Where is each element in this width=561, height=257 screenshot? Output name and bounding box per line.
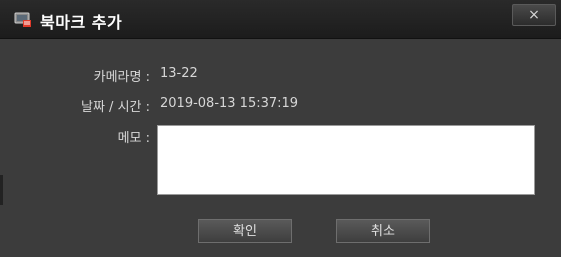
camera-name-value: 13-22 bbox=[160, 66, 198, 81]
datetime-value: 2019-08-13 15:37:19 bbox=[160, 96, 299, 111]
close-button[interactable]: × bbox=[512, 4, 556, 26]
bookmark-add-dialog: 북마크 추가 × 카메라명 : 13-22 날짜 / 시간 : 2019-08-… bbox=[0, 0, 561, 257]
ok-button[interactable]: 확인 bbox=[198, 219, 292, 243]
memo-field[interactable] bbox=[157, 125, 535, 195]
close-icon: × bbox=[528, 7, 540, 23]
cancel-button[interactable]: 취소 bbox=[336, 219, 430, 243]
camera-name-label: 카메라명 : bbox=[93, 70, 150, 85]
title-bar: 북마크 추가 × bbox=[0, 0, 561, 39]
datetime-label: 날짜 / 시간 : bbox=[81, 100, 150, 115]
left-edge-divider bbox=[0, 175, 3, 205]
memo-label: 메모 : bbox=[117, 131, 150, 146]
bookmark-camera-icon bbox=[14, 11, 32, 27]
dialog-title: 북마크 추가 bbox=[40, 13, 123, 32]
